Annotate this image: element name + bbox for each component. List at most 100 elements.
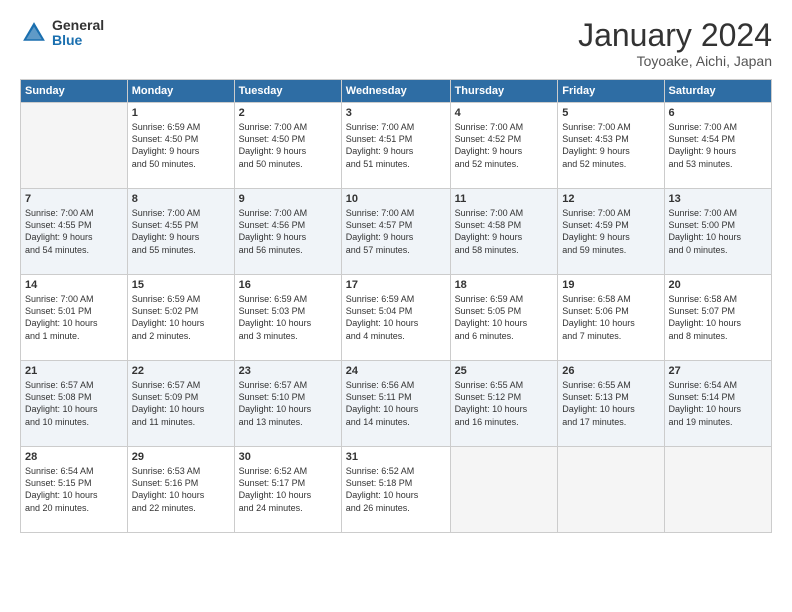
calendar-cell: 23 Sunrise: 6:57 AM Sunset: 5:10 PM Dayli… — [234, 361, 341, 447]
day-info: Sunrise: 6:57 AM Sunset: 5:08 PM Dayligh… — [25, 379, 123, 428]
day-number: 8 — [132, 193, 230, 205]
day-number: 17 — [346, 279, 446, 291]
day-number: 19 — [562, 279, 659, 291]
calendar-cell — [664, 447, 771, 533]
day-info: Sunrise: 6:59 AM Sunset: 5:04 PM Dayligh… — [346, 293, 446, 342]
calendar-cell: 25 Sunrise: 6:55 AM Sunset: 5:12 PM Dayli… — [450, 361, 558, 447]
calendar-cell: 8Sunrise: 7:00 AM Sunset: 4:55 PM Daylig… — [127, 189, 234, 275]
calendar-cell: 26 Sunrise: 6:55 AM Sunset: 5:13 PM Dayli… — [558, 361, 664, 447]
day-info: Sunrise: 6:58 AM Sunset: 5:06 PM Dayligh… — [562, 293, 659, 342]
day-info: Sunrise: 6:59 AM Sunset: 5:03 PM Dayligh… — [239, 293, 337, 342]
calendar-cell: 17 Sunrise: 6:59 AM Sunset: 5:04 PM Dayli… — [341, 275, 450, 361]
calendar-week-row: 21 Sunrise: 6:57 AM Sunset: 5:08 PM Dayli… — [21, 361, 772, 447]
day-number: 21 — [25, 365, 123, 377]
day-info: Sunrise: 7:00 AM Sunset: 4:57 PM Dayligh… — [346, 207, 446, 256]
calendar-cell: 24 Sunrise: 6:56 AM Sunset: 5:11 PM Dayli… — [341, 361, 450, 447]
day-info: Sunrise: 6:59 AM Sunset: 5:05 PM Dayligh… — [455, 293, 554, 342]
day-number: 2 — [239, 107, 337, 119]
day-number: 7 — [25, 193, 123, 205]
day-info: Sunrise: 7:00 AM Sunset: 4:55 PM Dayligh… — [25, 207, 123, 256]
day-number: 25 — [455, 365, 554, 377]
calendar-cell: 20 Sunrise: 6:58 AM Sunset: 5:07 PM Dayli… — [664, 275, 771, 361]
day-number: 24 — [346, 365, 446, 377]
calendar-cell: 1Sunrise: 6:59 AM Sunset: 4:50 PM Daylig… — [127, 103, 234, 189]
day-info: Sunrise: 6:56 AM Sunset: 5:11 PM Dayligh… — [346, 379, 446, 428]
calendar-cell: 15Sunrise: 6:59 AM Sunset: 5:02 PM Dayli… — [127, 275, 234, 361]
day-info: Sunrise: 7:00 AM Sunset: 5:00 PM Dayligh… — [669, 207, 767, 256]
day-number: 18 — [455, 279, 554, 291]
calendar-table: SundayMondayTuesdayWednesdayThursdayFrid… — [20, 79, 772, 533]
calendar-cell: 2 Sunrise: 7:00 AM Sunset: 4:50 PM Daylig… — [234, 103, 341, 189]
day-number: 4 — [455, 107, 554, 119]
calendar-cell — [21, 103, 128, 189]
day-number: 22 — [132, 365, 230, 377]
calendar-cell: 9 Sunrise: 7:00 AM Sunset: 4:56 PM Daylig… — [234, 189, 341, 275]
calendar-cell: 18 Sunrise: 6:59 AM Sunset: 5:05 PM Dayli… — [450, 275, 558, 361]
day-info: Sunrise: 7:00 AM Sunset: 4:58 PM Dayligh… — [455, 207, 554, 256]
day-info: Sunrise: 7:00 AM Sunset: 4:56 PM Dayligh… — [239, 207, 337, 256]
calendar-week-row: 7 Sunrise: 7:00 AM Sunset: 4:55 PM Daylig… — [21, 189, 772, 275]
calendar-cell: 27 Sunrise: 6:54 AM Sunset: 5:14 PM Dayli… — [664, 361, 771, 447]
day-number: 28 — [25, 451, 123, 463]
day-info: Sunrise: 6:53 AM Sunset: 5:16 PM Dayligh… — [132, 465, 230, 514]
logo-text: General Blue — [52, 18, 104, 49]
day-number: 6 — [669, 107, 767, 119]
day-number: 16 — [239, 279, 337, 291]
logo: General Blue — [20, 18, 104, 49]
day-number: 13 — [669, 193, 767, 205]
day-info: Sunrise: 6:52 AM Sunset: 5:18 PM Dayligh… — [346, 465, 446, 514]
calendar-cell: 13 Sunrise: 7:00 AM Sunset: 5:00 PM Dayli… — [664, 189, 771, 275]
day-info: Sunrise: 6:57 AM Sunset: 5:09 PM Dayligh… — [132, 379, 230, 428]
day-info: Sunrise: 6:58 AM Sunset: 5:07 PM Dayligh… — [669, 293, 767, 342]
day-info: Sunrise: 7:00 AM Sunset: 4:52 PM Dayligh… — [455, 121, 554, 170]
day-number: 9 — [239, 193, 337, 205]
day-number: 15 — [132, 279, 230, 291]
logo-icon — [20, 19, 48, 47]
day-number: 14 — [25, 279, 123, 291]
day-info: Sunrise: 7:00 AM Sunset: 4:51 PM Dayligh… — [346, 121, 446, 170]
day-number: 12 — [562, 193, 659, 205]
calendar-week-row: 28Sunrise: 6:54 AM Sunset: 5:15 PM Dayli… — [21, 447, 772, 533]
title-block: January 2024 Toyoake, Aichi, Japan — [578, 18, 772, 69]
calendar-cell — [558, 447, 664, 533]
day-number: 26 — [562, 365, 659, 377]
logo-blue-text: Blue — [52, 33, 104, 48]
calendar-cell: 31 Sunrise: 6:52 AM Sunset: 5:18 PM Dayli… — [341, 447, 450, 533]
day-info: Sunrise: 7:00 AM Sunset: 4:54 PM Dayligh… — [669, 121, 767, 170]
month-title: January 2024 — [578, 18, 772, 53]
day-info: Sunrise: 7:00 AM Sunset: 5:01 PM Dayligh… — [25, 293, 123, 342]
day-number: 3 — [346, 107, 446, 119]
day-info: Sunrise: 6:57 AM Sunset: 5:10 PM Dayligh… — [239, 379, 337, 428]
calendar-cell: 10Sunrise: 7:00 AM Sunset: 4:57 PM Dayli… — [341, 189, 450, 275]
day-info: Sunrise: 6:54 AM Sunset: 5:14 PM Dayligh… — [669, 379, 767, 428]
calendar-cell: 4 Sunrise: 7:00 AM Sunset: 4:52 PM Daylig… — [450, 103, 558, 189]
day-number: 23 — [239, 365, 337, 377]
day-number: 27 — [669, 365, 767, 377]
calendar-cell: 22 Sunrise: 6:57 AM Sunset: 5:09 PM Dayli… — [127, 361, 234, 447]
day-number: 1 — [132, 107, 230, 119]
header: General Blue January 2024 Toyoake, Aichi… — [20, 18, 772, 69]
day-info: Sunrise: 6:55 AM Sunset: 5:13 PM Dayligh… — [562, 379, 659, 428]
day-info: Sunrise: 6:55 AM Sunset: 5:12 PM Dayligh… — [455, 379, 554, 428]
calendar-cell: 3 Sunrise: 7:00 AM Sunset: 4:51 PM Daylig… — [341, 103, 450, 189]
calendar-cell: 30Sunrise: 6:52 AM Sunset: 5:17 PM Dayli… — [234, 447, 341, 533]
day-number: 11 — [455, 193, 554, 205]
day-info: Sunrise: 7:00 AM Sunset: 4:53 PM Dayligh… — [562, 121, 659, 170]
header-cell-monday: Monday — [127, 80, 234, 103]
day-info: Sunrise: 7:00 AM Sunset: 4:50 PM Dayligh… — [239, 121, 337, 170]
header-cell-friday: Friday — [558, 80, 664, 103]
day-number: 31 — [346, 451, 446, 463]
header-cell-saturday: Saturday — [664, 80, 771, 103]
location-subtitle: Toyoake, Aichi, Japan — [578, 53, 772, 69]
header-cell-sunday: Sunday — [21, 80, 128, 103]
calendar-week-row: 14 Sunrise: 7:00 AM Sunset: 5:01 PM Dayli… — [21, 275, 772, 361]
calendar-week-row: 1Sunrise: 6:59 AM Sunset: 4:50 PM Daylig… — [21, 103, 772, 189]
header-cell-thursday: Thursday — [450, 80, 558, 103]
calendar-cell: 21 Sunrise: 6:57 AM Sunset: 5:08 PM Dayli… — [21, 361, 128, 447]
header-cell-tuesday: Tuesday — [234, 80, 341, 103]
calendar-cell: 14 Sunrise: 7:00 AM Sunset: 5:01 PM Dayli… — [21, 275, 128, 361]
calendar-cell: 16 Sunrise: 6:59 AM Sunset: 5:03 PM Dayli… — [234, 275, 341, 361]
day-number: 20 — [669, 279, 767, 291]
logo-general-text: General — [52, 18, 104, 33]
day-number: 30 — [239, 451, 337, 463]
